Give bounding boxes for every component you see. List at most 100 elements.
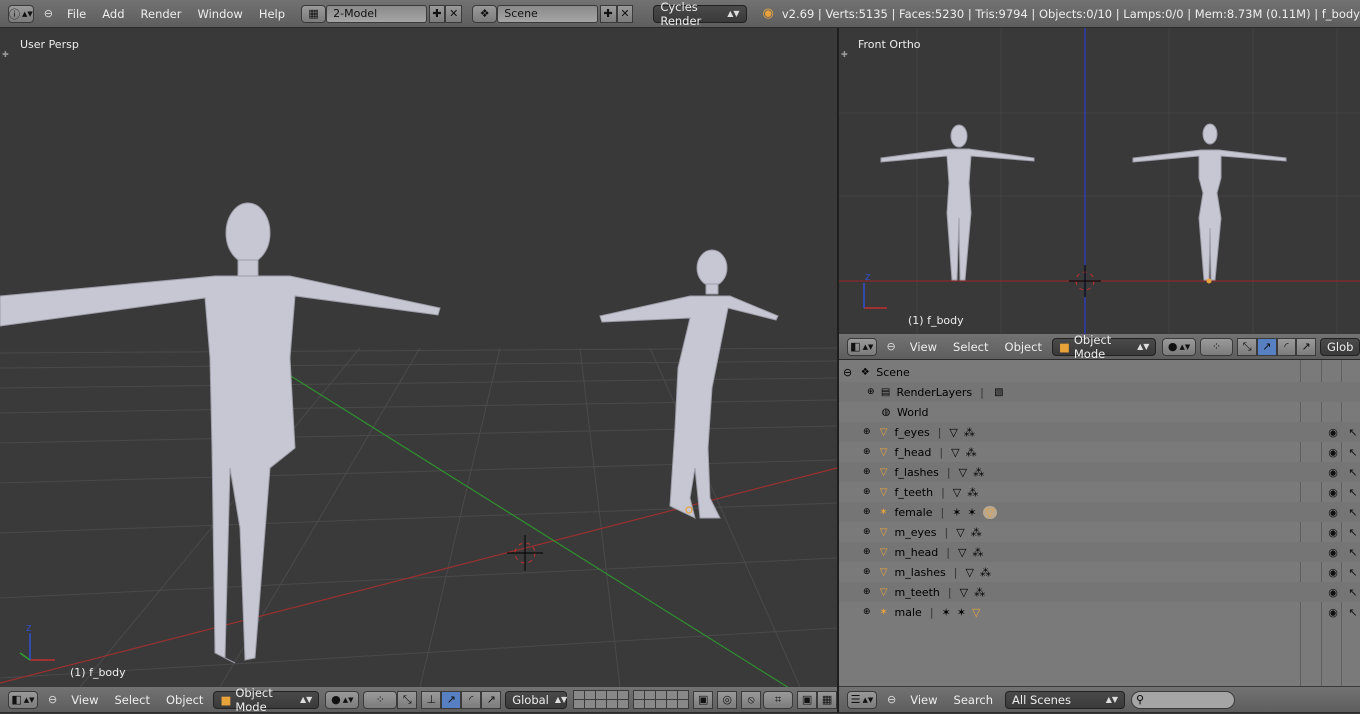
outliner-row-m_eyes[interactable]: ⊕ ▽ m_eyes |▽⁂ ◉↖▣ bbox=[839, 522, 1360, 542]
editor-type-button[interactable]: ◧ ▲▼ bbox=[847, 337, 877, 356]
expand-icon[interactable]: ⊕ bbox=[863, 547, 871, 557]
viewport-shading-select[interactable]: ● ▲▼ bbox=[325, 690, 360, 709]
snap-element-select[interactable]: ⌗ bbox=[763, 690, 794, 709]
screen-layout-browse-button[interactable]: ▦ bbox=[301, 4, 327, 23]
outliner-row-scene[interactable]: ⊖ ❖ Scene bbox=[839, 362, 1360, 382]
expand-icon[interactable]: ⊕ bbox=[867, 387, 875, 397]
mode-select[interactable]: ■ Object Mode ▲▼ bbox=[1051, 333, 1157, 361]
selectable-cursor-icon[interactable]: ↖ bbox=[1346, 606, 1360, 619]
outliner-row-f_lashes[interactable]: ⊕ ▽ f_lashes |▽⁂ ◉↖▣ bbox=[839, 462, 1360, 482]
menu-help[interactable]: Help bbox=[251, 7, 293, 21]
selectable-cursor-icon[interactable]: ↖ bbox=[1346, 506, 1360, 519]
outliner-row-male[interactable]: ⊕ ✶ male |✶✶ ▽ ◉↖▣ bbox=[839, 602, 1360, 622]
outliner-row-renderlayers[interactable]: ⊕ ▤ RenderLayers | ▧ bbox=[839, 382, 1360, 402]
visibility-eye-icon[interactable]: ◉ bbox=[1326, 506, 1340, 519]
expand-icon[interactable]: ⊕ bbox=[863, 427, 871, 437]
visibility-eye-icon[interactable]: ◉ bbox=[1326, 466, 1340, 479]
add-scene-button[interactable]: ✚ bbox=[599, 4, 617, 23]
expand-icon[interactable]: ⊕ bbox=[863, 607, 871, 617]
scale-manipulator[interactable]: ↗ bbox=[481, 690, 502, 709]
translate-manipulator[interactable]: ↗ bbox=[1256, 337, 1277, 356]
visibility-eye-icon[interactable]: ◉ bbox=[1326, 586, 1340, 599]
editor-type-button[interactable]: ◧ ▲▼ bbox=[8, 690, 38, 709]
selectable-cursor-icon[interactable]: ↖ bbox=[1346, 466, 1360, 479]
outliner-row-m_lashes[interactable]: ⊕ ▽ m_lashes |▽⁂ ◉↖▣ bbox=[839, 562, 1360, 582]
collapse-menu-icon[interactable]: ⊖ bbox=[44, 7, 53, 20]
pivot-point-select[interactable]: ⁘ bbox=[1199, 337, 1234, 356]
selectable-cursor-icon[interactable]: ↖ bbox=[1346, 526, 1360, 539]
selectable-cursor-icon[interactable]: ↖ bbox=[1346, 426, 1360, 439]
orientation-select[interactable]: Glob bbox=[1320, 337, 1360, 356]
scale-manipulator[interactable]: ↗ bbox=[1296, 337, 1316, 356]
selectable-cursor-icon[interactable]: ↖ bbox=[1346, 546, 1360, 559]
tool-shelf-toggle-icon[interactable]: ✚ bbox=[841, 50, 848, 59]
expand-icon[interactable]: ⊕ bbox=[863, 587, 871, 597]
visibility-eye-icon[interactable]: ◉ bbox=[1326, 426, 1340, 439]
selectable-cursor-icon[interactable]: ↖ bbox=[1346, 586, 1360, 599]
render-animation-button[interactable]: ▦ bbox=[817, 690, 838, 709]
scene-browse-button[interactable]: ❖ bbox=[472, 4, 498, 23]
render-engine-select[interactable]: Cycles Render ▲▼ bbox=[653, 0, 747, 28]
outliner-row-female[interactable]: ⊕ ✶ female |✶✶ ▽ ◉↖▣ bbox=[839, 502, 1360, 522]
layer-buttons[interactable] bbox=[573, 690, 690, 709]
menu-view[interactable]: View bbox=[902, 693, 945, 707]
visibility-eye-icon[interactable]: ◉ bbox=[1326, 486, 1340, 499]
outliner-row-world[interactable]: ◍ World bbox=[839, 402, 1360, 422]
snap-toggle-button[interactable]: ⦸ bbox=[741, 690, 762, 709]
display-mode-select[interactable]: All Scenes ▲▼ bbox=[1005, 690, 1126, 709]
remove-scene-button[interactable]: ✕ bbox=[616, 4, 634, 23]
editor-type-button[interactable]: ☰ ▲▼ bbox=[847, 690, 877, 709]
outliner-row-m_teeth[interactable]: ⊕ ▽ m_teeth |▽⁂ ◉↖▣ bbox=[839, 582, 1360, 602]
selectable-cursor-icon[interactable]: ↖ bbox=[1346, 566, 1360, 579]
viewport-user-persp[interactable]: Z User Persp (1) f_body ✚ bbox=[0, 28, 837, 687]
outliner[interactable]: ⊖ ❖ Scene ⊕ ▤ RenderLayers | ▧ ◍ World ⊕ … bbox=[839, 360, 1360, 686]
viewport-shading-select[interactable]: ● ▲▼ bbox=[1162, 337, 1196, 356]
selectable-cursor-icon[interactable]: ↖ bbox=[1346, 446, 1360, 459]
outliner-row-f_eyes[interactable]: ⊕ ▽ f_eyes |▽⁂ ◉↖▣ bbox=[839, 422, 1360, 442]
expand-icon[interactable]: ⊕ bbox=[863, 447, 871, 457]
translate-manipulator-active[interactable]: ↗ bbox=[441, 690, 462, 709]
manipulator-toggle[interactable]: ⤡ bbox=[397, 690, 418, 709]
editor-type-button[interactable]: ⓘ ▲▼ bbox=[8, 4, 34, 23]
menu-add[interactable]: Add bbox=[94, 7, 132, 21]
mode-select[interactable]: ■ Object Mode ▲▼ bbox=[213, 686, 320, 714]
lock-layers-button[interactable]: ▣ bbox=[693, 690, 714, 709]
visibility-eye-icon[interactable]: ◉ bbox=[1326, 566, 1340, 579]
visibility-eye-icon[interactable]: ◉ bbox=[1326, 546, 1340, 559]
expand-icon[interactable]: ⊕ bbox=[863, 507, 871, 517]
collapse-menu-icon[interactable]: ⊖ bbox=[887, 693, 896, 706]
expand-icon[interactable]: ⊕ bbox=[863, 487, 871, 497]
menu-select[interactable]: Select bbox=[945, 340, 996, 354]
orientation-select[interactable]: Global ▲▼ bbox=[505, 690, 568, 709]
outliner-row-f_teeth[interactable]: ⊕ ▽ f_teeth |▽⁂ ◉↖▣ bbox=[839, 482, 1360, 502]
remove-screen-button[interactable]: ✕ bbox=[445, 4, 463, 23]
proportional-edit-button[interactable]: ◎ bbox=[717, 690, 738, 709]
rotate-manipulator[interactable]: ◜ bbox=[461, 690, 482, 709]
pivot-point-select[interactable]: ⁘ bbox=[363, 690, 398, 709]
collapse-icon[interactable]: ⊖ bbox=[843, 366, 852, 379]
visibility-eye-icon[interactable]: ◉ bbox=[1326, 446, 1340, 459]
expand-icon[interactable]: ⊕ bbox=[863, 527, 871, 537]
collapse-menu-icon[interactable]: ⊖ bbox=[48, 693, 57, 706]
menu-render[interactable]: Render bbox=[133, 7, 190, 21]
menu-select[interactable]: Select bbox=[106, 693, 157, 707]
outliner-row-f_head[interactable]: ⊕ ▽ f_head |▽⁂ ◉↖▣ bbox=[839, 442, 1360, 462]
rotate-manipulator[interactable]: ◜ bbox=[1276, 337, 1297, 356]
outliner-row-m_head[interactable]: ⊕ ▽ m_head |▽⁂ ◉↖▣ bbox=[839, 542, 1360, 562]
add-screen-button[interactable]: ✚ bbox=[428, 4, 446, 23]
selectable-cursor-icon[interactable]: ↖ bbox=[1346, 486, 1360, 499]
viewport-front-ortho[interactable]: Z Front Ortho (1) f_body ✚ bbox=[839, 28, 1360, 334]
expand-icon[interactable]: ⊕ bbox=[863, 467, 871, 477]
menu-object[interactable]: Object bbox=[158, 693, 211, 707]
visibility-eye-icon[interactable]: ◉ bbox=[1326, 526, 1340, 539]
menu-search[interactable]: Search bbox=[946, 693, 1002, 707]
menu-window[interactable]: Window bbox=[189, 7, 250, 21]
menu-view[interactable]: View bbox=[63, 693, 106, 707]
visibility-eye-icon[interactable]: ◉ bbox=[1326, 606, 1340, 619]
tool-shelf-toggle-icon[interactable]: ✚ bbox=[2, 50, 9, 59]
scene-field[interactable]: Scene bbox=[497, 4, 598, 23]
render-opengl-button[interactable]: ▣ bbox=[797, 690, 818, 709]
screen-layout-field[interactable]: 2-Model bbox=[326, 4, 427, 23]
expand-icon[interactable]: ⊕ bbox=[863, 567, 871, 577]
collapse-menu-icon[interactable]: ⊖ bbox=[887, 340, 896, 353]
